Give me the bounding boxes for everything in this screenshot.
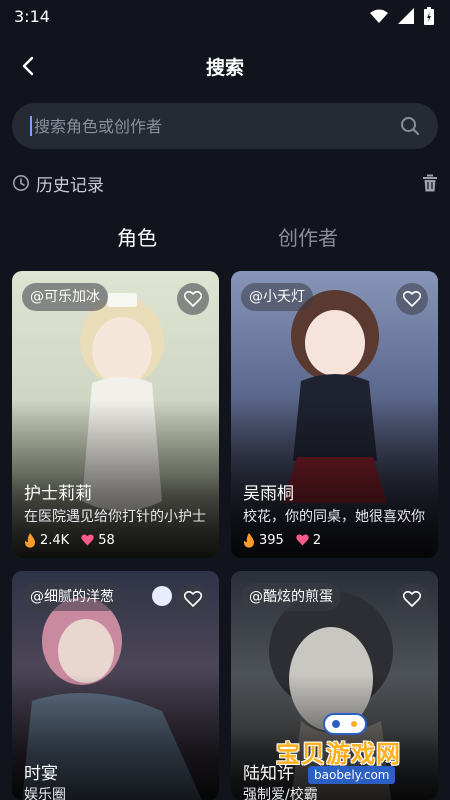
card-stats: 2.4K 58 (24, 530, 115, 550)
header: 搜索 (0, 32, 450, 100)
character-card[interactable]: @细腻的洋葱 时宴 娱乐圈 (12, 571, 219, 800)
character-card[interactable]: @小夭灯 吴雨桐 校花，你的同桌，她很喜欢你 395 2 (231, 271, 438, 558)
search-icon[interactable] (400, 116, 420, 136)
fire-icon (244, 532, 254, 548)
like-button[interactable] (396, 583, 428, 615)
trash-icon[interactable] (422, 174, 438, 192)
wifi-icon (370, 9, 388, 23)
tab-role[interactable]: 角色 (117, 222, 157, 251)
signal-icon (398, 8, 414, 24)
popularity-stat: 2.4K (24, 532, 70, 548)
like-button[interactable] (177, 283, 209, 315)
text-caret (30, 116, 32, 136)
search-input[interactable] (34, 116, 400, 136)
tab-bar: 角色 创作者 (0, 222, 450, 262)
likes-stat: 2 (296, 533, 321, 548)
history-header: 历史记录 (12, 171, 104, 196)
status-bar: 3:14 (0, 0, 450, 32)
like-button[interactable] (177, 583, 209, 615)
popularity-count: 2.4K (40, 532, 70, 548)
heart-icon (81, 534, 94, 546)
page-title: 搜索 (205, 56, 244, 79)
likes-count: 2 (312, 532, 322, 548)
chevron-left-icon (22, 56, 34, 76)
character-description: 校花，你的同桌，她很喜欢你 (243, 509, 425, 525)
character-description: 娱乐圈 (24, 787, 66, 800)
character-description: 在医院遇见给你打针的小护士 (24, 509, 206, 525)
watermark-url: baobely.com (308, 766, 396, 784)
back-button[interactable] (10, 48, 46, 84)
status-time: 3:14 (14, 6, 50, 26)
status-icons (370, 7, 434, 25)
card-stats: 395 2 (243, 530, 321, 550)
watermark-text: 宝贝游戏网 (276, 740, 401, 768)
heart-outline-icon (403, 591, 421, 607)
history-section: 历史记录 (12, 168, 438, 198)
creator-tag[interactable]: @可乐加冰 (22, 283, 108, 311)
heart-outline-icon (184, 291, 202, 307)
like-button[interactable] (396, 283, 428, 315)
popularity-count: 395 (259, 532, 284, 548)
likes-count: 58 (98, 532, 115, 548)
creator-tag[interactable]: @小夭灯 (241, 283, 313, 311)
popularity-stat: 395 (243, 532, 284, 548)
site-watermark: 宝贝游戏网 baobely.com (272, 710, 432, 790)
likes-stat: 58 (81, 533, 115, 548)
character-name: 时宴 (24, 764, 58, 784)
fire-icon (25, 532, 35, 548)
character-card[interactable]: @可乐加冰 护士莉莉 在医院遇见给你打针的小护士 2.4K 58 (12, 271, 219, 558)
creator-tag[interactable]: @细腻的洋葱 (22, 583, 122, 611)
battery-icon (424, 7, 434, 25)
heart-outline-icon (184, 591, 202, 607)
heart-icon (296, 534, 309, 546)
creator-tag[interactable]: @酷炫的煎蛋 (241, 583, 341, 611)
history-title: 历史记录 (36, 175, 104, 196)
history-clock-icon (13, 175, 29, 191)
character-name: 护士莉莉 (24, 484, 92, 504)
character-name: 吴雨桐 (243, 484, 294, 504)
tab-creator[interactable]: 创作者 (278, 222, 338, 251)
heart-outline-icon (403, 291, 421, 307)
search-bar[interactable] (12, 103, 438, 149)
